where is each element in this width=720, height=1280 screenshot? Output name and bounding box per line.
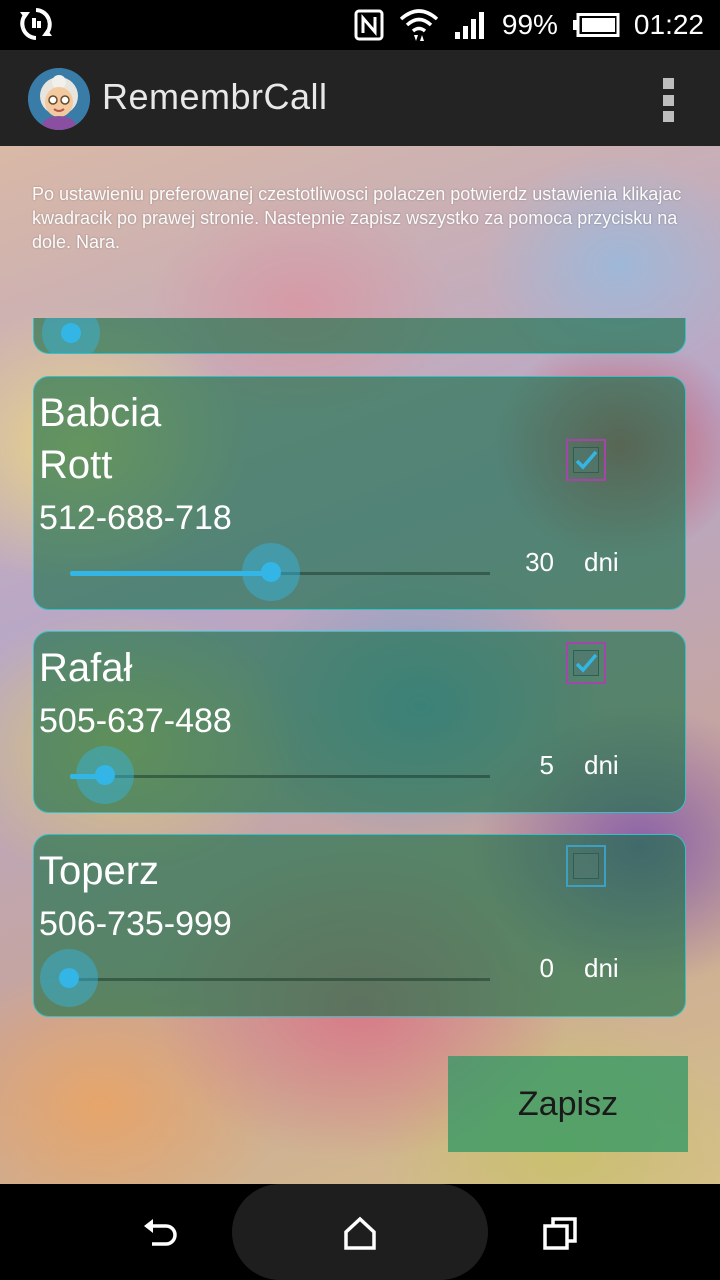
contact-card: Babcia Rott 512-688-718 30 dni — [33, 376, 686, 610]
checkmark-icon — [575, 653, 598, 673]
days-value: 0 — [539, 953, 554, 983]
confirm-checkbox[interactable] — [566, 642, 606, 684]
save-button[interactable]: Zapisz — [448, 1056, 688, 1152]
overflow-menu-icon[interactable] — [660, 78, 676, 122]
contact-phone: 512-688-718 — [39, 499, 232, 537]
confirm-checkbox[interactable] — [566, 439, 606, 481]
slider-track — [70, 978, 490, 981]
contact-card-partial — [33, 318, 686, 354]
slider-fill — [70, 571, 270, 576]
contact-phone: 505-637-488 — [39, 702, 232, 740]
days-unit: dni — [584, 547, 619, 577]
wifi-icon — [398, 7, 440, 43]
sync-icon — [18, 6, 54, 42]
contact-phone: 506-735-999 — [39, 905, 232, 943]
contact-card: Rafał 505-637-488 5 dni — [33, 631, 686, 813]
grandmother-avatar-icon[interactable] — [28, 68, 90, 130]
contact-name: Toperz — [39, 849, 160, 893]
contact-card: Toperz 506-735-999 0 dni — [33, 834, 686, 1017]
checkmark-icon — [575, 450, 598, 470]
slider-thumb-core — [95, 765, 115, 785]
slider-thumb-core — [59, 968, 79, 988]
home-icon[interactable] — [340, 1214, 380, 1254]
signal-icon — [454, 10, 488, 40]
clock: 01:22 — [633, 9, 704, 40]
days-value: 30 — [525, 547, 554, 577]
contact-name-line2: Rott — [39, 443, 113, 487]
contact-name: Rafał — [39, 646, 133, 690]
days-unit: dni — [584, 750, 619, 780]
battery-icon — [572, 13, 620, 37]
back-icon[interactable] — [140, 1214, 180, 1254]
days-value: 5 — [539, 750, 554, 780]
days-unit: dni — [584, 953, 619, 983]
navigation-bar — [0, 1184, 720, 1280]
battery-percent: 99% — [501, 9, 558, 40]
slider-thumb-core — [261, 562, 281, 582]
app-bar: RemembrCall — [0, 50, 720, 146]
app-title: RemembrCall — [102, 76, 328, 117]
nfc-icon — [354, 9, 384, 41]
slider-thumb-core — [61, 323, 81, 343]
contact-name: Babcia — [39, 391, 162, 435]
confirm-checkbox[interactable] — [566, 845, 606, 887]
status-bar: 99% 01:22 — [0, 0, 720, 50]
recents-icon[interactable] — [540, 1214, 580, 1254]
contact-list[interactable]: Babcia Rott 512-688-718 30 dni Rafał 505… — [0, 318, 720, 1018]
instructions-text: Po ustawieniu preferowanej czestotliwosc… — [32, 184, 682, 252]
contacts-screen: Po ustawieniu preferowanej czestotliwosc… — [0, 146, 720, 1184]
